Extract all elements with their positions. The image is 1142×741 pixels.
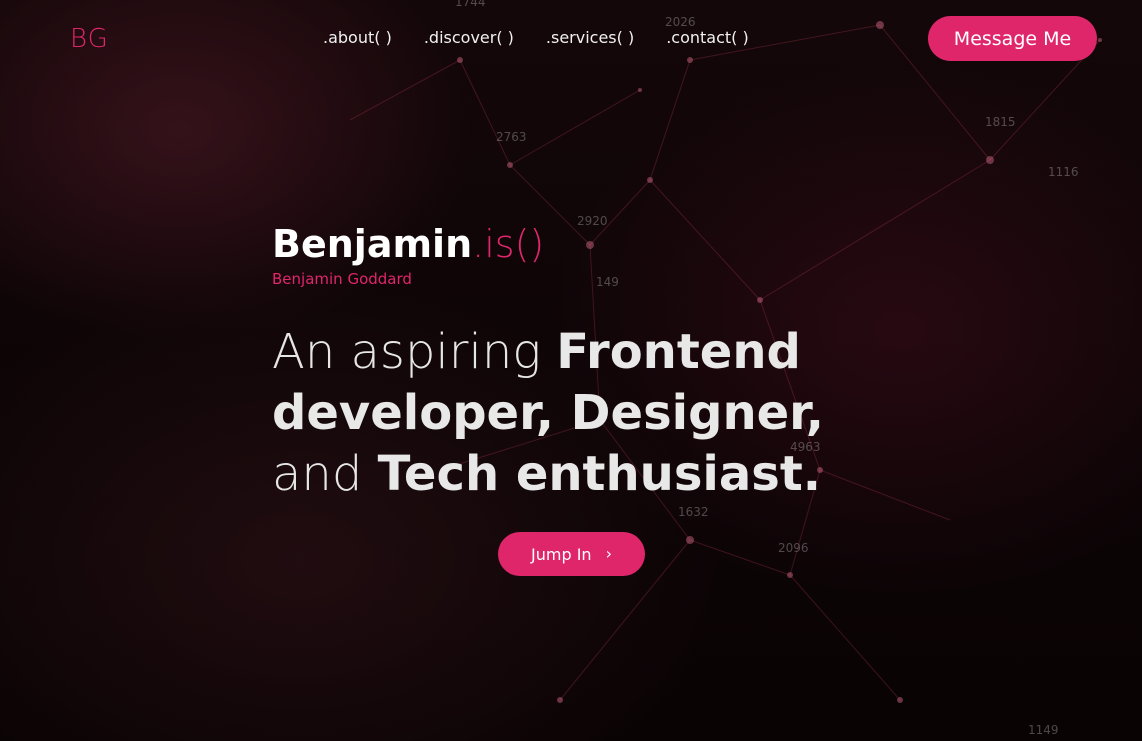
bg-number: 2763 <box>496 130 527 144</box>
nav-link-contact[interactable]: .contact( ) <box>666 28 749 47</box>
jump-in-button[interactable]: Jump In › <box>498 532 645 576</box>
bg-number: 2920 <box>577 214 608 228</box>
nav-link-about[interactable]: .about( ) <box>323 28 392 47</box>
bg-number: 1149 <box>1028 723 1059 737</box>
main-nav: .about( ) .discover( ) .services( ) .con… <box>323 28 749 47</box>
hero-tagline: An aspiring Frontend developer, Designer… <box>272 322 892 505</box>
hero-name-bold: Benjamin <box>272 222 473 266</box>
jump-in-label: Jump In <box>531 544 592 564</box>
nav-link-services[interactable]: .services( ) <box>546 28 634 47</box>
hero-full-name: Benjamin Goddard <box>272 270 412 288</box>
chevron-right-icon: › <box>605 544 612 563</box>
logo[interactable]: BG <box>70 24 109 54</box>
bg-number: 149 <box>596 275 619 289</box>
bg-number: 2096 <box>778 541 809 555</box>
bg-number: 2026 <box>665 15 696 29</box>
hero-name: Benjamin.is() <box>272 222 544 266</box>
bg-number: 1815 <box>985 115 1016 129</box>
nav-link-discover[interactable]: .discover( ) <box>424 28 514 47</box>
message-me-button[interactable]: Message Me <box>928 16 1097 61</box>
bg-number: 1116 <box>1048 165 1079 179</box>
bg-number: 1632 <box>678 505 709 519</box>
tagline-bold-2: Tech enthusiast. <box>377 446 821 502</box>
tagline-light-1: An aspiring <box>272 324 557 380</box>
hero-section: 1744 2026 2763 1815 1116 2920 149 4963 1… <box>0 0 1142 741</box>
tagline-light-2: and <box>272 446 378 502</box>
bg-number: 1744 <box>455 0 486 9</box>
hero-name-suffix: .is() <box>472 222 545 266</box>
